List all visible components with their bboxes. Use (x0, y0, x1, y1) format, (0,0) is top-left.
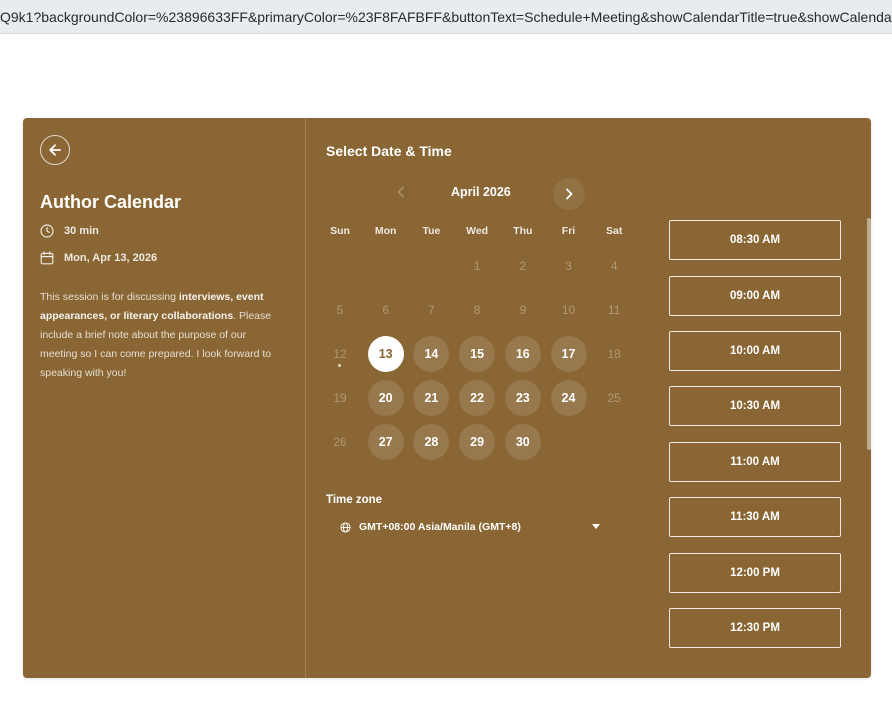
calendar-day: 7 (428, 303, 435, 317)
calendar-icon (40, 251, 54, 265)
date-time-panel: Select Date & Time April 2026 Sun Mon Tue W… (306, 118, 871, 678)
event-details-panel: Author Calendar 30 min Mon, Apr 13, 2026… (23, 118, 306, 678)
calendar-day: 18 (607, 347, 621, 361)
event-description: This session is for discussing interview… (40, 288, 280, 383)
description-text: This session is for discussing (40, 291, 179, 303)
weekday-label: Wed (466, 225, 489, 237)
time-slot-scrollbar[interactable] (867, 218, 871, 450)
section-title: Select Date & Time (326, 143, 452, 159)
timezone-label: Time zone (326, 494, 383, 506)
chevron-right-icon (564, 188, 574, 200)
calendar-day[interactable]: 30 (504, 424, 541, 460)
calendar-day[interactable]: 13 (367, 336, 404, 372)
month-label: April 2026 (451, 185, 511, 199)
weekday-label: Tue (422, 225, 441, 237)
duration-text: 30 min (64, 225, 99, 237)
calendar-day: 4 (610, 259, 618, 273)
time-slot-button[interactable]: 11:30 AM (669, 497, 841, 537)
time-slot-button[interactable]: 12:00 PM (669, 553, 841, 593)
time-slot-button[interactable]: 08:30 AM (669, 220, 841, 260)
event-title: Author Calendar (40, 192, 182, 212)
weekday-label: Thu (513, 225, 533, 237)
calendar-day: 25 (607, 391, 621, 405)
calendar-day[interactable]: 17 (550, 336, 587, 372)
weekday-label: Fri (561, 225, 576, 237)
calendar-day[interactable]: 23 (504, 380, 541, 416)
weekday-label: Mon (374, 225, 397, 237)
calendar-day[interactable]: 27 (367, 424, 404, 460)
arrow-left-icon (47, 142, 63, 158)
calendar-day: 8 (473, 303, 481, 317)
calendar-day: 9 (519, 303, 527, 317)
calendar-day[interactable]: 14 (413, 336, 450, 372)
calendar-day[interactable]: 24 (550, 380, 587, 416)
globe-icon (340, 521, 351, 533)
calendar-day[interactable]: 15 (459, 336, 496, 372)
calendar-day[interactable]: 22 (459, 380, 496, 416)
duration-row: 30 min (40, 224, 99, 238)
calendar-day: 19 (333, 391, 347, 405)
calendar-day: 3 (565, 259, 572, 273)
time-slot-button[interactable]: 09:00 AM (669, 276, 841, 316)
time-slot-button[interactable]: 10:30 AM (669, 386, 841, 426)
back-button[interactable] (40, 135, 70, 165)
calendar-day: 2 (519, 259, 527, 273)
calendar-day[interactable]: 28 (413, 424, 450, 460)
calendar-day: 10 (561, 303, 576, 317)
browser-url-bar[interactable]: Q9k1?backgroundColor=%23896633FF&primary… (0, 0, 892, 34)
timezone-value: GMT+08:00 Asia/Manila (GMT+8) (359, 521, 521, 533)
calendar-day: 1 (473, 259, 481, 273)
weekday-label: Sun (330, 225, 350, 237)
calendar-day[interactable]: 29 (459, 424, 496, 460)
calendar-day[interactable]: 16 (504, 336, 541, 372)
prev-month-button[interactable] (391, 183, 411, 203)
scheduling-widget: Author Calendar 30 min Mon, Apr 13, 2026… (23, 118, 871, 678)
calendar-day: 5 (336, 303, 344, 317)
time-slot-button[interactable]: 12:30 PM (669, 608, 841, 648)
calendar-day: 6 (382, 303, 390, 317)
calendar-day[interactable]: 21 (413, 380, 450, 416)
next-month-button[interactable] (553, 178, 585, 210)
calendar-day: 12 (322, 336, 358, 372)
weekday-label: Sat (606, 225, 623, 237)
chevron-down-icon (592, 524, 600, 529)
chevron-left-icon (396, 185, 406, 201)
time-slot-button[interactable]: 10:00 AM (669, 331, 841, 371)
url-text: Q9k1?backgroundColor=%23896633FF&primary… (0, 9, 892, 25)
timezone-select[interactable]: GMT+08:00 Asia/Manila (GMT+8) (326, 514, 606, 540)
date-text: Mon, Apr 13, 2026 (64, 252, 158, 264)
calendar-day[interactable]: 20 (367, 380, 404, 416)
clock-icon (40, 224, 54, 238)
calendar-day: 26 (333, 435, 347, 449)
month-navigation: April 2026 (306, 178, 666, 210)
time-slot-button[interactable]: 11:00 AM (669, 442, 841, 482)
calendar-day: 11 (607, 303, 621, 317)
date-row: Mon, Apr 13, 2026 (40, 251, 157, 265)
